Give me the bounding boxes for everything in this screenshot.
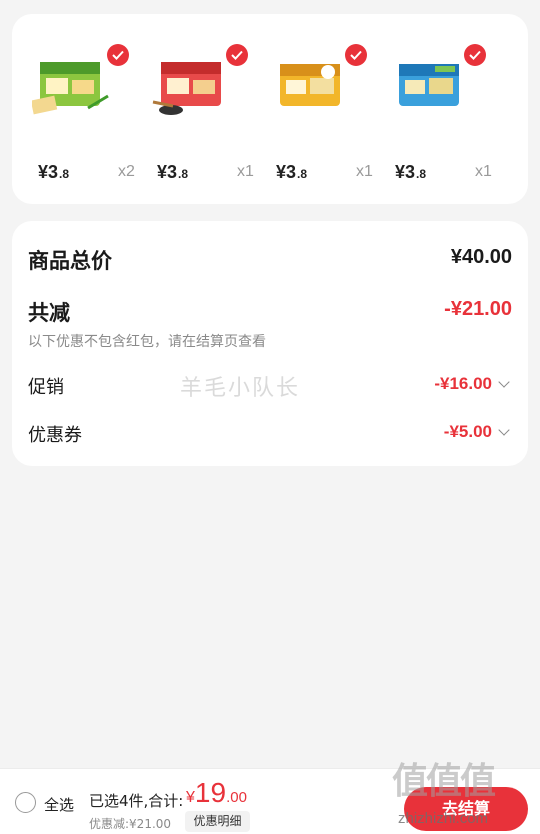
total-price-value: ¥40.00 bbox=[450, 246, 512, 268]
chevron-down-icon[interactable] bbox=[498, 376, 510, 388]
selected-count: 已选4件,合计: bbox=[89, 792, 184, 810]
selected-check-icon[interactable] bbox=[464, 44, 486, 66]
select-all-radio[interactable] bbox=[15, 792, 36, 813]
total-price-label: 商品总价 bbox=[28, 249, 112, 273]
coupon-value: -¥5.00 bbox=[443, 422, 492, 441]
total-price-row: 商品总价 ¥40.00 bbox=[28, 245, 512, 275]
reduction-label: 共减 bbox=[28, 301, 70, 325]
chevron-down-icon[interactable] bbox=[498, 424, 510, 436]
item-price: ¥3.8 bbox=[395, 162, 427, 182]
cart-item[interactable]: ¥3.8 x1 bbox=[250, 14, 373, 204]
selected-check-icon[interactable] bbox=[226, 44, 248, 66]
price-summary-card: 商品总价 ¥40.00 共减 -¥21.00 以下优惠不包含红包，请在结算页查看… bbox=[12, 221, 528, 466]
discount-detail-button[interactable]: 优惠明细 bbox=[185, 811, 250, 832]
site-logo-watermark: 值值值 bbox=[392, 761, 496, 802]
promotion-label: 促销 bbox=[28, 377, 64, 398]
product-image[interactable] bbox=[32, 56, 110, 118]
selected-check-icon[interactable] bbox=[345, 44, 367, 66]
promotion-value: -¥16.00 bbox=[434, 374, 492, 393]
total-amount: ¥19.00 bbox=[186, 777, 247, 808]
item-price: ¥3.8 bbox=[276, 162, 308, 182]
discount-note: 以下优惠不包含红包，请在结算页查看 bbox=[28, 334, 266, 350]
site-url-watermark: zhizhizhi.com bbox=[398, 810, 489, 827]
item-price: ¥3.8 bbox=[157, 162, 189, 182]
selected-check-icon[interactable] bbox=[107, 44, 129, 66]
select-all-label[interactable]: 全选 bbox=[44, 794, 74, 815]
item-quantity: x1 bbox=[475, 163, 492, 180]
cart-items-card: ¥3.8 x2 ¥3.8 x1 ¥3.8 x1 ¥3.8 x1 bbox=[12, 14, 528, 204]
product-image[interactable] bbox=[389, 56, 467, 118]
reduction-row: 共减 -¥21.00 bbox=[28, 297, 512, 327]
product-image[interactable] bbox=[270, 56, 348, 118]
item-price: ¥3.8 bbox=[38, 162, 70, 182]
cart-item[interactable]: ¥3.8 x1 bbox=[369, 14, 492, 204]
watermark-text: 羊毛小队长 bbox=[180, 376, 301, 401]
cart-item[interactable]: ¥3.8 x2 bbox=[12, 14, 135, 204]
cart-item[interactable]: ¥3.8 x1 bbox=[131, 14, 254, 204]
coupon-row[interactable]: 优惠券 -¥5.00 bbox=[28, 421, 512, 447]
reduction-value: -¥21.00 bbox=[444, 298, 512, 320]
coupon-label: 优惠券 bbox=[28, 425, 82, 446]
product-image[interactable] bbox=[151, 56, 229, 118]
discount-amount: 优惠减:¥21.00 bbox=[89, 817, 172, 831]
